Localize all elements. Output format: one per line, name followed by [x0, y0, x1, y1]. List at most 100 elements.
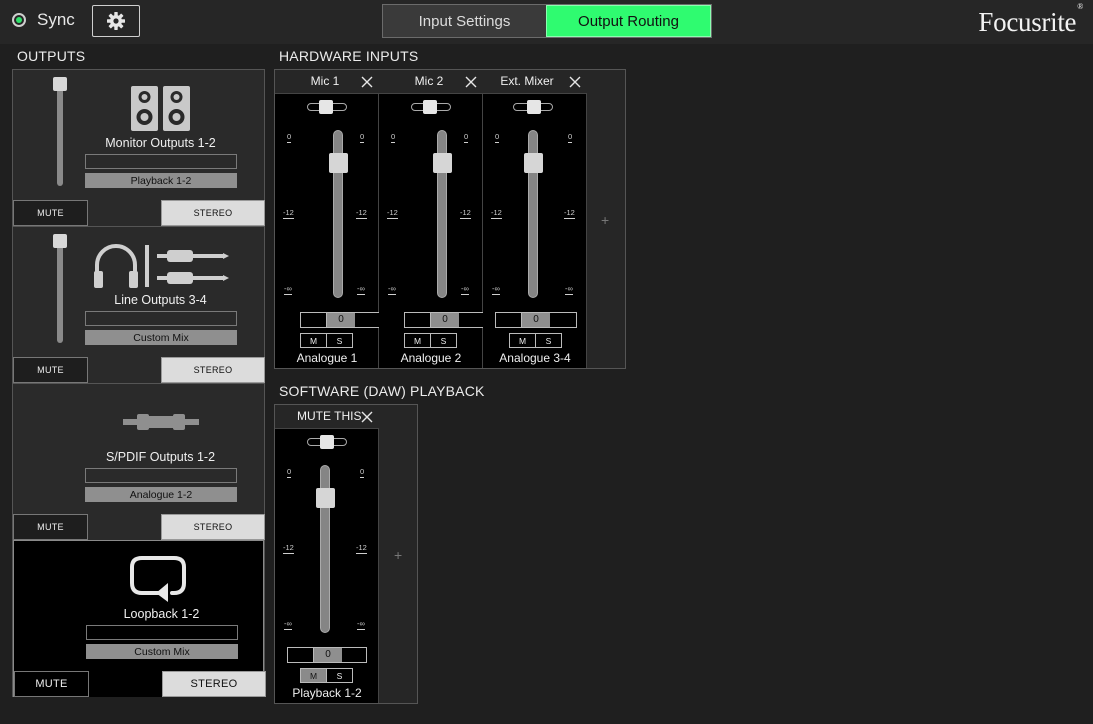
spdif-cable-icon — [123, 414, 199, 430]
solo-toggle[interactable]: S — [535, 334, 561, 347]
gain-value: 0 — [522, 313, 550, 327]
scale-label-right-inf: -∞ — [461, 284, 469, 295]
output-rename-field[interactable] — [85, 311, 237, 326]
output-rename-field[interactable] — [86, 625, 238, 640]
gain-right-segment — [550, 313, 576, 327]
channel-strip: Mic 1 0 0 -12 -12 -∞ -∞ 0 M S Analogue 1 — [275, 70, 382, 368]
solo-toggle[interactable]: S — [430, 334, 456, 347]
solo-toggle[interactable]: S — [326, 334, 352, 347]
stereo-button[interactable]: STEREO — [161, 357, 265, 383]
scale-label-right-12: -12 — [564, 208, 575, 219]
output-level-thumb[interactable] — [53, 77, 67, 91]
output-source-select[interactable]: Playback 1-2 — [85, 173, 237, 188]
strip-title: Mic 1 — [310, 74, 340, 88]
gain-display[interactable]: 0 — [404, 312, 486, 328]
mute-button[interactable]: MUTE — [14, 671, 89, 697]
settings-button[interactable] — [92, 5, 140, 37]
mute-toggle[interactable]: M — [301, 669, 326, 682]
stereo-button[interactable]: STEREO — [162, 671, 266, 697]
gain-left-segment — [405, 313, 431, 327]
output-name: Monitor Outputs 1-2 — [105, 136, 216, 150]
hardware-inputs-title: HARDWARE INPUTS — [279, 48, 419, 64]
strip-header: Mic 2 — [379, 70, 483, 94]
output-card-spdif[interactable]: S/PDIF Outputs 1-2 Analogue 1-2 MUTE STE… — [13, 384, 265, 541]
mute-solo-group: M S — [509, 333, 562, 348]
tab-input-settings[interactable]: Input Settings — [383, 5, 546, 37]
output-card-loopback[interactable]: Loopback 1-2 Custom Mix MUTE STEREO — [13, 540, 266, 697]
strip-source-label: Analogue 1 — [296, 351, 358, 365]
speakers-icon — [131, 86, 190, 131]
pan-knob[interactable] — [320, 435, 334, 449]
output-name: Line Outputs 3-4 — [114, 293, 207, 307]
gain-right-segment — [342, 648, 366, 662]
output-name: S/PDIF Outputs 1-2 — [105, 450, 216, 464]
scale-label-left-0: 0 — [495, 132, 500, 143]
gain-left-segment — [288, 648, 314, 662]
stereo-button[interactable]: STEREO — [161, 200, 265, 226]
fader-knob[interactable] — [329, 153, 348, 173]
output-level-thumb[interactable] — [53, 234, 67, 248]
scale-label-right-inf: -∞ — [357, 284, 365, 295]
stereo-button[interactable]: STEREO — [161, 514, 265, 540]
fader-knob[interactable] — [316, 488, 335, 508]
output-name: Loopback 1-2 — [123, 607, 200, 621]
output-level-track[interactable] — [57, 237, 63, 343]
mute-button[interactable]: MUTE — [13, 357, 88, 383]
output-source-select[interactable]: Analogue 1-2 — [85, 487, 237, 502]
sync-radio-icon[interactable] — [12, 13, 26, 27]
gain-right-segment — [355, 313, 381, 327]
add-channel-button[interactable]: + — [394, 547, 402, 563]
output-rename-field[interactable] — [85, 468, 237, 483]
close-icon[interactable] — [361, 76, 373, 88]
view-tabs: Input Settings Output Routing — [382, 4, 712, 38]
outputs-panel: Monitor Outputs 1-2 Playback 1-2 MUTE ST… — [12, 69, 266, 697]
scale-label-left-inf: -∞ — [284, 284, 292, 295]
close-icon[interactable] — [569, 76, 581, 88]
gain-display[interactable]: 0 — [287, 647, 367, 663]
scale-label-left-inf: -∞ — [388, 284, 396, 295]
mute-button[interactable]: MUTE — [13, 514, 88, 540]
scale-label-right-0: 0 — [568, 132, 573, 143]
channel-strip: Ext. Mixer 0 0 -12 -12 -∞ -∞ 0 M S Analo… — [483, 70, 587, 368]
add-channel-button[interactable]: + — [601, 212, 609, 228]
scale-label-left-12: -12 — [491, 208, 502, 219]
scale-label-left-0: 0 — [391, 132, 396, 143]
output-rename-field[interactable] — [85, 154, 237, 169]
output-card-monitor[interactable]: Monitor Outputs 1-2 Playback 1-2 MUTE ST… — [13, 70, 265, 227]
close-icon[interactable] — [465, 76, 477, 88]
scale-label-right-12: -12 — [356, 543, 367, 554]
pan-knob[interactable] — [423, 100, 437, 114]
gain-value: 0 — [314, 648, 342, 662]
mute-button[interactable]: MUTE — [13, 200, 88, 226]
fader-knob[interactable] — [433, 153, 452, 173]
gain-display[interactable]: 0 — [495, 312, 577, 328]
scale-label-right-inf: -∞ — [357, 619, 365, 630]
pan-knob[interactable] — [319, 100, 333, 114]
gain-display[interactable]: 0 — [300, 312, 382, 328]
logo-text: Focusrite — [978, 7, 1077, 37]
output-card-line[interactable]: Line Outputs 3-4 Custom Mix MUTE STEREO — [13, 227, 265, 384]
scale-label-left-12: -12 — [387, 208, 398, 219]
output-source-select[interactable]: Custom Mix — [86, 644, 238, 659]
fader-knob[interactable] — [524, 153, 543, 173]
mute-solo-group: M S — [300, 333, 353, 348]
mute-toggle[interactable]: M — [301, 334, 326, 347]
solo-toggle[interactable]: S — [326, 669, 352, 682]
mute-toggle[interactable]: M — [405, 334, 430, 347]
strip-source-label: Analogue 3-4 — [499, 351, 571, 365]
scale-label-left-0: 0 — [287, 132, 292, 143]
scale-label-right-0: 0 — [464, 132, 469, 143]
mute-toggle[interactable]: M — [510, 334, 535, 347]
gain-left-segment — [301, 313, 327, 327]
close-icon[interactable] — [361, 411, 373, 423]
output-source-select[interactable]: Custom Mix — [85, 330, 237, 345]
output-level-track[interactable] — [57, 80, 63, 186]
sync-label: Sync — [37, 10, 75, 29]
sync-toggle[interactable]: Sync — [12, 10, 75, 30]
pan-knob[interactable] — [527, 100, 541, 114]
software-playback-title: SOFTWARE (DAW) PLAYBACK — [279, 383, 485, 399]
strip-title: Mic 2 — [414, 74, 444, 88]
strip-header: MUTE THIS — [275, 405, 379, 429]
loopback-icon — [130, 556, 186, 602]
tab-output-routing[interactable]: Output Routing — [546, 5, 711, 37]
